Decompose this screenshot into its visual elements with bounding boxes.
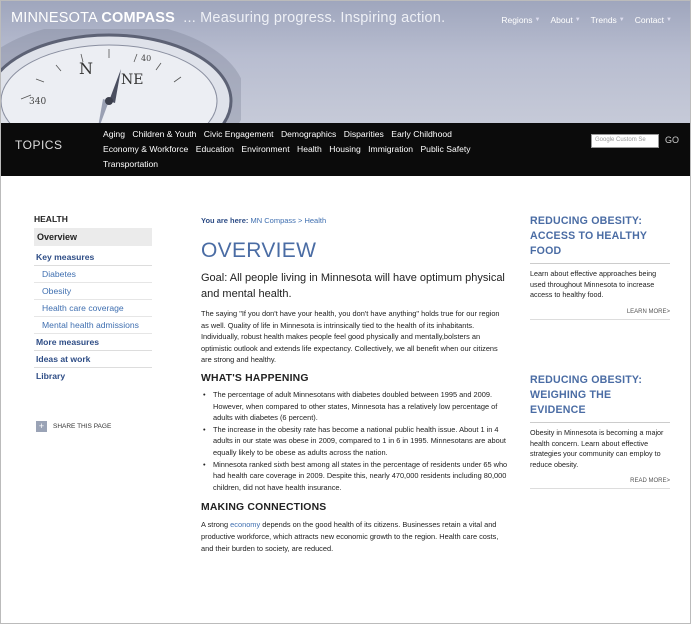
share-label: SHARE THIS PAGE [53, 423, 112, 430]
site-header: 340 N NE 40 MINNESOTA COMPASS ... Measur… [1, 1, 690, 123]
page-title: OVERVIEW [201, 239, 317, 262]
sidebar-card-evidence: REDUCING OBESITY: WEIGHING THE EVIDENCE … [530, 373, 670, 490]
learn-more-link[interactable]: LEARN MORE> [530, 309, 670, 315]
nav-about[interactable]: About ▼ [550, 15, 580, 25]
topic-public-safety[interactable]: Public Safety [420, 144, 470, 154]
divider [530, 422, 670, 423]
list-item: The increase in the obesity rate has bec… [201, 424, 509, 459]
nav-contact-label: Contact [634, 15, 665, 25]
list-item: The percentage of adult Minnesotans with… [201, 389, 509, 424]
main-content: You are here: MN Compass > Health OVERVI… [201, 216, 509, 554]
divider [530, 488, 670, 490]
breadcrumb-label: You are here: [201, 216, 249, 225]
topic-immigration[interactable]: Immigration [368, 144, 413, 154]
left-nav: HEALTH Overview Key measures Diabetes Ob… [34, 214, 152, 384]
topic-housing[interactable]: Housing [329, 144, 361, 154]
topic-environment[interactable]: Environment [241, 144, 289, 154]
breadcrumb: You are here: MN Compass > Health [201, 216, 509, 225]
intro-paragraph: The saying "If you don't have your healt… [201, 309, 500, 365]
goal-statement: Goal: All people living in Minnesota wil… [201, 272, 505, 300]
happening-heading: WHAT'S HAPPENING [201, 372, 309, 384]
topic-demographics[interactable]: Demographics [281, 129, 336, 139]
nav-obesity[interactable]: Obesity [34, 283, 152, 300]
topic-aging[interactable]: Aging [103, 129, 125, 139]
site-tagline: ... Measuring progress. Inspiring action… [183, 10, 446, 26]
nav-more-measures[interactable]: More measures [34, 334, 152, 351]
nav-regions[interactable]: Regions ▼ [501, 15, 540, 25]
breadcrumb-path[interactable]: MN Compass > Health [250, 216, 326, 225]
chevron-down-icon: ▼ [618, 17, 625, 23]
topic-transportation[interactable]: Transportation [103, 159, 158, 169]
site-title[interactable]: MINNESOTA COMPASS ... Measuring progress… [11, 10, 445, 26]
nav-contact[interactable]: Contact ▼ [635, 15, 672, 25]
share-button[interactable]: + SHARE THIS PAGE [36, 421, 111, 432]
svg-text:N: N [79, 59, 93, 78]
nav-trends[interactable]: Trends ▼ [591, 15, 625, 25]
divider [530, 318, 670, 320]
compass-illustration: 340 N NE 40 [1, 29, 241, 123]
chevron-down-icon: ▼ [534, 17, 541, 23]
economy-link[interactable]: economy [230, 520, 260, 529]
site-name-bold: COMPASS [101, 10, 175, 26]
chevron-down-icon: ▼ [574, 17, 581, 23]
go-button[interactable]: GO [665, 135, 679, 145]
nav-diabetes[interactable]: Diabetes [34, 266, 152, 283]
sidebar-card-text: Learn about effective approaches being u… [530, 269, 657, 300]
page: 340 N NE 40 MINNESOTA COMPASS ... Measur… [0, 0, 691, 624]
topic-links: Aging Children & Youth Civic Engagement … [103, 127, 523, 172]
svg-text:40: 40 [141, 54, 151, 63]
topic-civic-engagement[interactable]: Civic Engagement [204, 129, 274, 139]
sidebar-card-healthy-food: REDUCING OBESITY: ACCESS TO HEALTHY FOOD… [530, 214, 670, 320]
topic-economy-workforce[interactable]: Economy & Workforce [103, 144, 188, 154]
plus-icon: + [36, 421, 47, 432]
sidebar-card-text: Obesity in Minnesota is becoming a major… [530, 428, 664, 469]
svg-text:NE: NE [121, 72, 143, 88]
nav-library[interactable]: Library [34, 368, 152, 384]
topics-label: TOPICS [15, 138, 63, 152]
connections-heading: MAKING CONNECTIONS [201, 502, 327, 514]
topic-health[interactable]: Health [297, 144, 322, 154]
topic-early-childhood[interactable]: Early Childhood [391, 129, 452, 139]
nav-health-care-coverage[interactable]: Health care coverage [34, 300, 152, 317]
happening-list: The percentage of adult Minnesotans with… [201, 389, 509, 493]
read-more-link[interactable]: READ MORE> [530, 478, 670, 484]
topic-education[interactable]: Education [196, 144, 234, 154]
search-input[interactable]: Google Custom Se [591, 134, 659, 148]
sidebar-card-title[interactable]: REDUCING OBESITY: WEIGHING THE EVIDENCE [530, 373, 670, 418]
list-item: Minnesota ranked sixth best among all st… [201, 459, 509, 494]
connections-paragraph: A strong economy depends on the good hea… [201, 519, 509, 554]
section-heading: HEALTH [34, 214, 68, 224]
chevron-down-icon: ▼ [666, 17, 672, 23]
divider [530, 263, 670, 264]
nav-regions-label: Regions [501, 15, 533, 25]
topic-children-youth[interactable]: Children & Youth [132, 129, 196, 139]
top-nav: Regions ▼ About ▼ Trends ▼ Contact ▼ [501, 15, 672, 25]
site-name-prefix: MINNESOTA [11, 10, 98, 26]
connections-text-start: A strong [201, 520, 231, 530]
nav-ideas-at-work[interactable]: Ideas at work [34, 351, 152, 368]
nav-mental-health-admissions[interactable]: Mental health admissions [34, 317, 152, 334]
sidebar-card-title[interactable]: REDUCING OBESITY: ACCESS TO HEALTHY FOOD [530, 214, 670, 259]
nav-about-label: About [550, 15, 573, 25]
topic-disparities[interactable]: Disparities [344, 129, 384, 139]
nav-trends-label: Trends [590, 15, 617, 25]
nav-key-measures[interactable]: Key measures [34, 249, 152, 266]
topics-bar: TOPICS Aging Children & Youth Civic Enga… [1, 123, 690, 176]
nav-overview[interactable]: Overview [34, 228, 152, 246]
svg-text:340: 340 [29, 97, 46, 107]
